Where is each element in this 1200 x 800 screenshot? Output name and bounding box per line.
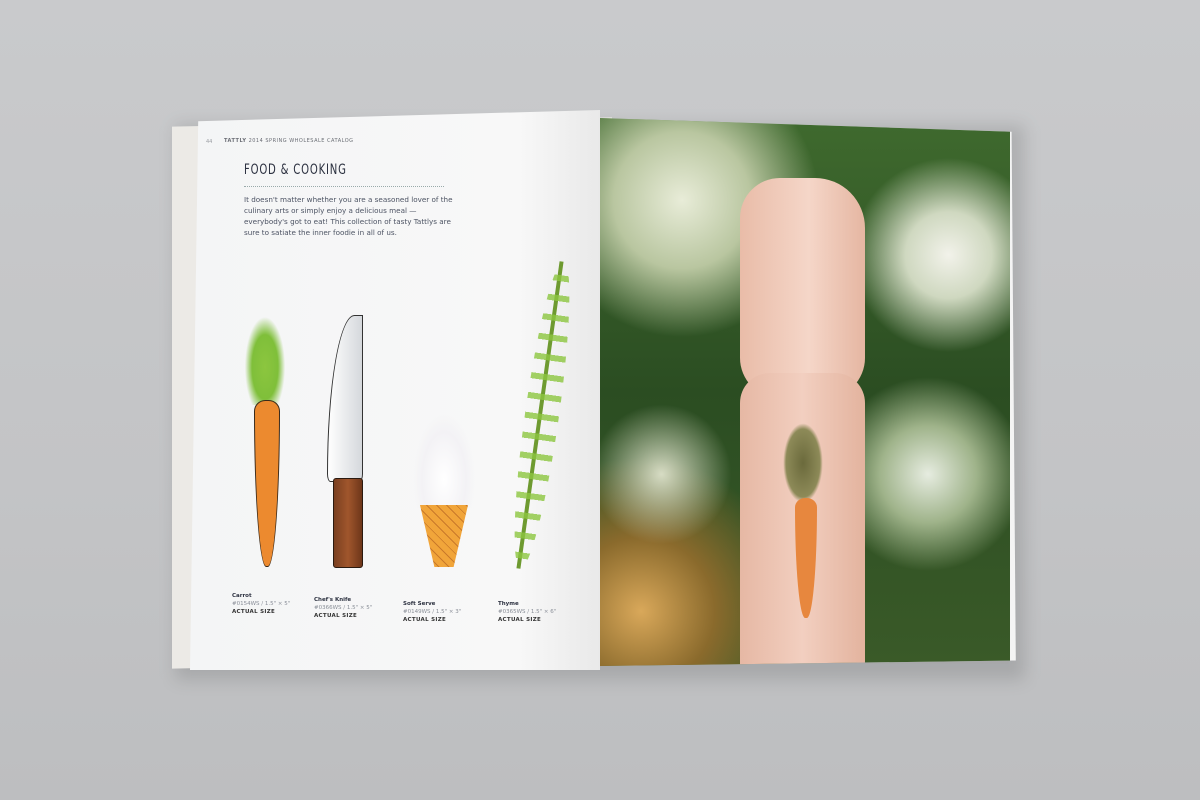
product-caption: Thyme #0365WS / 1.5" × 6" ACTUAL SIZE bbox=[498, 600, 556, 624]
product-name: Carrot bbox=[232, 593, 252, 599]
page-number: 44 bbox=[206, 139, 213, 145]
product-caption: Soft Serve #0149WS / 1.5" × 3" ACTUAL SI… bbox=[403, 600, 461, 624]
product-size-note: ACTUAL SIZE bbox=[314, 613, 358, 619]
product-sku: #0149WS / 1.5" × 3" bbox=[403, 609, 462, 615]
catalog-title: 2014 SPRING WHOLESALE CATALOG bbox=[248, 138, 354, 144]
right-page bbox=[600, 118, 1016, 666]
cone-illustration bbox=[420, 505, 468, 567]
brand: TATTLY bbox=[224, 138, 247, 144]
product-sku: #0366WS / 1.5" × 5" bbox=[314, 605, 373, 611]
product-sku: #0154WS / 1.5" × 5" bbox=[232, 601, 291, 607]
product-sku: #0365WS / 1.5" × 6" bbox=[498, 609, 557, 615]
section-intro: It doesn't matter whether you are a seas… bbox=[244, 195, 453, 237]
divider bbox=[244, 186, 444, 187]
product-size-note: ACTUAL SIZE bbox=[498, 617, 542, 623]
carrot-tattoo-leaves bbox=[783, 423, 823, 503]
product-size-note: ACTUAL SIZE bbox=[232, 609, 276, 615]
product-caption: Carrot #0154WS / 1.5" × 5" ACTUAL SIZE bbox=[232, 592, 290, 616]
flower-bush-photo bbox=[600, 118, 1010, 666]
product-name: Thyme bbox=[498, 601, 519, 607]
section-title: FOOD & COOKING bbox=[244, 162, 347, 178]
knife-blade-illustration bbox=[327, 315, 363, 482]
soft-serve-illustration bbox=[413, 413, 475, 508]
knife-handle-illustration bbox=[333, 478, 363, 568]
left-page: 44 TATTLY 2014 SPRING WHOLESALE CATALOG … bbox=[190, 110, 600, 670]
fist-photo bbox=[740, 178, 865, 398]
product-name: Soft Serve bbox=[403, 601, 436, 607]
product-caption: Chef's Knife #0366WS / 1.5" × 5" ACTUAL … bbox=[314, 596, 372, 620]
running-header: TATTLY 2014 SPRING WHOLESALE CATALOG bbox=[224, 138, 354, 144]
carrot-leaves-illustration bbox=[242, 310, 288, 405]
thyme-leaves-illustration bbox=[503, 259, 581, 571]
carrot-illustration bbox=[254, 400, 280, 567]
product-size-note: ACTUAL SIZE bbox=[403, 617, 447, 623]
product-name: Chef's Knife bbox=[314, 597, 352, 603]
